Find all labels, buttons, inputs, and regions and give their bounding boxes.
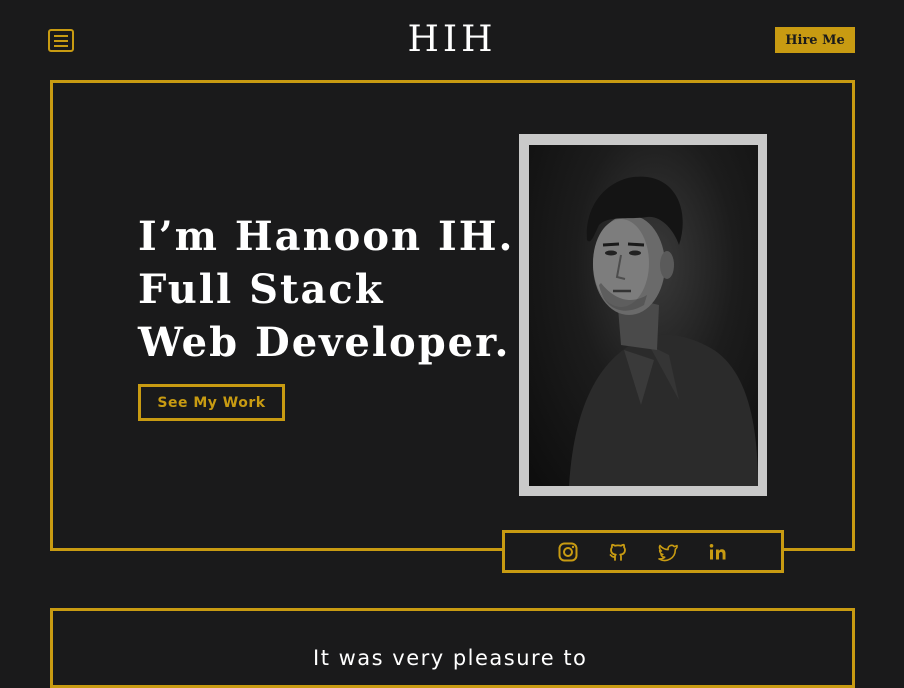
linkedin-icon[interactable] [708, 542, 728, 562]
portrait-photo [529, 145, 758, 486]
social-links [502, 530, 784, 573]
site-logo[interactable]: HIH [0, 18, 904, 62]
hero-title-line: Full Stack [138, 266, 385, 313]
hire-me-button[interactable]: Hire Me [775, 27, 855, 53]
twitter-icon[interactable] [658, 542, 678, 562]
hero-title-line: I’m Hanoon IH. [138, 213, 515, 260]
see-my-work-button[interactable]: See My Work [138, 384, 285, 421]
about-intro-text: It was very pleasure to [313, 646, 588, 670]
portrait-illustration [569, 176, 758, 486]
github-icon[interactable] [608, 542, 628, 562]
instagram-icon[interactable] [558, 542, 578, 562]
hero-title-line: Web Developer. [138, 319, 511, 366]
hero-title: I’m Hanoon IH. Full Stack Web Developer. [138, 210, 514, 369]
portrait-frame [519, 134, 767, 496]
